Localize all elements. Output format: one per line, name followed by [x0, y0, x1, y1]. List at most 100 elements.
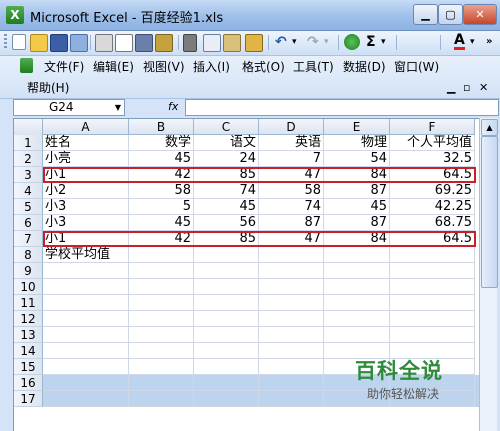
menu-tools[interactable]: 工具(T) [291, 59, 336, 75]
row-header-5[interactable]: 5 [14, 199, 43, 215]
cell-b12[interactable] [129, 311, 194, 327]
font-color-dropdown-icon[interactable]: ▾ [470, 33, 475, 51]
cell-a1[interactable]: 姓名 [43, 135, 129, 151]
cell-d6[interactable]: 87 [259, 215, 324, 231]
row-header-2[interactable]: 2 [14, 151, 43, 167]
cell-f12[interactable] [390, 311, 475, 327]
name-box[interactable]: G24 ▼ [13, 99, 125, 116]
cell-c9[interactable] [194, 263, 259, 279]
cell-d12[interactable] [259, 311, 324, 327]
cell-a7[interactable]: 小1 [43, 231, 129, 247]
cell-a13[interactable] [43, 327, 129, 343]
cell-e10[interactable] [324, 279, 390, 295]
cell-f7[interactable]: 64.5 [390, 231, 475, 247]
cell-e5[interactable]: 45 [324, 199, 390, 215]
cell-b4[interactable]: 58 [129, 183, 194, 199]
select-all-corner[interactable] [14, 119, 43, 136]
cell-f13[interactable] [390, 327, 475, 343]
cell-b10[interactable] [129, 279, 194, 295]
row-header-17[interactable]: 17 [14, 391, 43, 407]
workbook-minimize-button[interactable]: ▁ [447, 82, 455, 94]
new-file-icon[interactable] [12, 34, 26, 50]
cell-a14[interactable] [43, 343, 129, 359]
cell-d10[interactable] [259, 279, 324, 295]
row-header-13[interactable]: 13 [14, 327, 43, 343]
menu-edit[interactable]: 编辑(E) [91, 59, 136, 75]
row-header-12[interactable]: 12 [14, 311, 43, 327]
save-icon[interactable] [50, 34, 68, 52]
vertical-scrollbar[interactable]: ▲ [479, 118, 498, 431]
cell-b13[interactable] [129, 327, 194, 343]
cell-b14[interactable] [129, 343, 194, 359]
column-header-b[interactable]: B [129, 119, 194, 135]
cell-b9[interactable] [129, 263, 194, 279]
row-header-1[interactable]: 1 [14, 135, 43, 151]
cell-d2[interactable]: 7 [259, 151, 324, 167]
maximize-button[interactable]: ▢ [438, 4, 463, 25]
cell-d13[interactable] [259, 327, 324, 343]
document-icon[interactable] [20, 58, 33, 73]
cell-c11[interactable] [194, 295, 259, 311]
cell-c12[interactable] [194, 311, 259, 327]
spelling-icon[interactable] [135, 34, 153, 52]
row-header-15[interactable]: 15 [14, 359, 43, 375]
cell-c13[interactable] [194, 327, 259, 343]
cell-c17[interactable] [194, 391, 259, 407]
column-header-f[interactable]: F [390, 119, 475, 135]
cell-a4[interactable]: 小2 [43, 183, 129, 199]
scroll-thumb[interactable] [481, 136, 498, 288]
name-box-dropdown-icon[interactable]: ▼ [115, 100, 121, 115]
menu-format[interactable]: 格式(O) [240, 59, 287, 75]
cell-b5[interactable]: 5 [129, 199, 194, 215]
cell-b1[interactable]: 数学 [129, 135, 194, 151]
format-painter-icon[interactable] [245, 34, 263, 52]
cell-d16[interactable] [259, 375, 324, 391]
cell-e4[interactable]: 87 [324, 183, 390, 199]
cell-f8[interactable] [390, 247, 475, 263]
undo-dropdown-icon[interactable]: ▾ [292, 33, 297, 51]
redo-dropdown-icon[interactable]: ▾ [324, 33, 329, 51]
cell-b16[interactable] [129, 375, 194, 391]
cell-e12[interactable] [324, 311, 390, 327]
cell-f2[interactable]: 32.5 [390, 151, 475, 167]
row-header-10[interactable]: 10 [14, 279, 43, 295]
cell-a6[interactable]: 小3 [43, 215, 129, 231]
autosum-icon[interactable]: Σ [366, 33, 376, 51]
cell-c4[interactable]: 74 [194, 183, 259, 199]
excel-app-icon[interactable]: X [6, 6, 24, 24]
cell-a9[interactable] [43, 263, 129, 279]
toolbar-options-icon[interactable]: » [486, 33, 492, 51]
toolbar-grip[interactable] [4, 34, 7, 49]
cell-f11[interactable] [390, 295, 475, 311]
cell-a5[interactable]: 小3 [43, 199, 129, 215]
row-header-9[interactable]: 9 [14, 263, 43, 279]
cell-d14[interactable] [259, 343, 324, 359]
row-header-7[interactable]: 7 [14, 231, 43, 247]
cell-f1[interactable]: 个人平均值 [390, 135, 475, 151]
cell-d1[interactable]: 英语 [259, 135, 324, 151]
cell-c2[interactable]: 24 [194, 151, 259, 167]
cell-d5[interactable]: 74 [259, 199, 324, 215]
scroll-up-button[interactable]: ▲ [481, 119, 498, 136]
menu-window[interactable]: 窗口(W) [392, 59, 441, 75]
cell-f3[interactable]: 64.5 [390, 167, 475, 183]
cell-b7[interactable]: 42 [129, 231, 194, 247]
row-header-4[interactable]: 4 [14, 183, 43, 199]
insert-function-icon[interactable]: fx [168, 99, 178, 114]
cell-c16[interactable] [194, 375, 259, 391]
paste-icon[interactable] [223, 34, 241, 52]
cell-a17[interactable] [43, 391, 129, 407]
cell-d8[interactable] [259, 247, 324, 263]
cell-e9[interactable] [324, 263, 390, 279]
menu-insert[interactable]: 插入(I) [191, 59, 232, 75]
open-folder-icon[interactable] [30, 34, 48, 52]
cell-a11[interactable] [43, 295, 129, 311]
autosum-dropdown-icon[interactable]: ▾ [381, 33, 386, 51]
cell-f9[interactable] [390, 263, 475, 279]
cell-e11[interactable] [324, 295, 390, 311]
cell-a10[interactable] [43, 279, 129, 295]
menu-file[interactable]: 文件(F) [42, 59, 86, 75]
cell-e2[interactable]: 54 [324, 151, 390, 167]
cell-b6[interactable]: 45 [129, 215, 194, 231]
undo-icon[interactable]: ↶ [275, 33, 287, 51]
